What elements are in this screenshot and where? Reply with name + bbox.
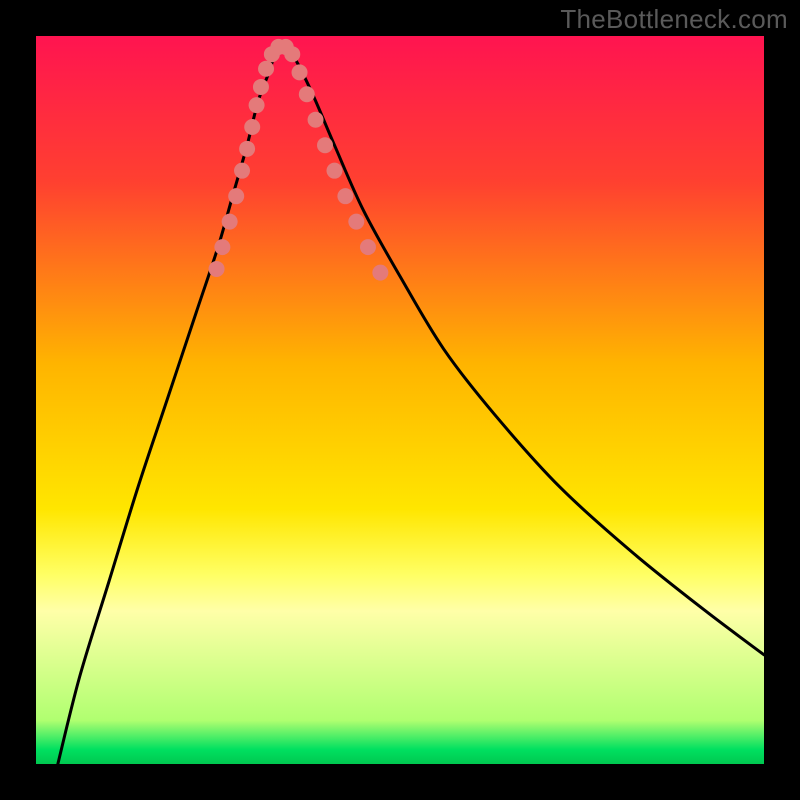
data-marker: [308, 112, 324, 128]
data-marker: [299, 86, 315, 102]
data-marker: [214, 239, 230, 255]
data-marker: [228, 188, 244, 204]
data-marker: [222, 214, 238, 230]
data-marker: [348, 214, 364, 230]
bottleneck-curve: [36, 36, 764, 764]
data-marker: [326, 163, 342, 179]
data-marker: [209, 261, 225, 277]
data-marker: [360, 239, 376, 255]
data-marker: [253, 79, 269, 95]
data-marker: [234, 163, 250, 179]
data-marker: [372, 265, 388, 281]
data-marker: [249, 97, 265, 113]
data-marker: [244, 119, 260, 135]
data-marker: [239, 141, 255, 157]
data-marker: [317, 137, 333, 153]
watermark-text: TheBottleneck.com: [560, 4, 788, 35]
data-marker: [292, 64, 308, 80]
data-marker: [284, 46, 300, 62]
plot-area: [36, 36, 764, 764]
chart-container: TheBottleneck.com: [0, 0, 800, 800]
data-marker: [337, 188, 353, 204]
data-marker: [258, 61, 274, 77]
